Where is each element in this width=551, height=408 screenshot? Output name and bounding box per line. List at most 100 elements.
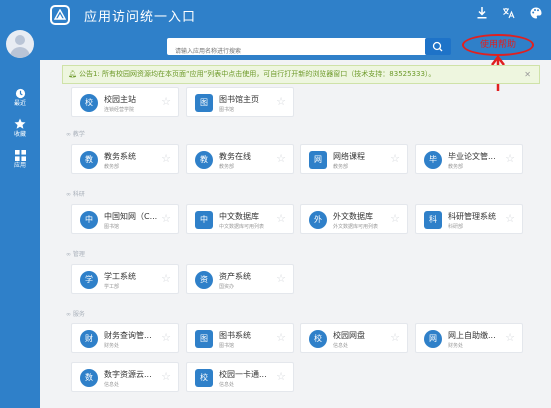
favorite-star-icon[interactable]: ☆	[390, 332, 400, 343]
download-icon[interactable]	[477, 7, 487, 22]
favorite-star-icon[interactable]: ☆	[390, 213, 400, 224]
user-avatar[interactable]	[6, 30, 34, 58]
app-name: 学工系统	[104, 272, 136, 281]
app-owner: 教务部	[219, 164, 235, 170]
app-owner: 信息处	[104, 382, 120, 388]
app-card[interactable]: 校 校园一卡通... 信息处 ☆	[186, 362, 294, 392]
search-icon	[432, 41, 443, 52]
app-card[interactable]: 外 外文数据库 外文数据库可用列表 ☆	[300, 204, 408, 234]
app-name: 中国知网（C...	[104, 212, 158, 221]
app-name: 数字资源云...	[104, 370, 152, 379]
app-badge: 中	[195, 211, 213, 229]
sidebar: 最近 收藏 应用	[0, 0, 40, 408]
favorite-star-icon[interactable]: ☆	[505, 213, 515, 224]
section-title: ∞ 教学	[66, 131, 85, 138]
app-badge: 科	[424, 211, 442, 229]
app-card[interactable]: 网 网上自助缴... 财务处 ☆	[415, 323, 523, 353]
app-card[interactable]: 教 教务在线 教务部 ☆	[186, 144, 294, 174]
app-owner: 信息处	[219, 382, 235, 388]
favorite-star-icon[interactable]: ☆	[390, 153, 400, 164]
app-card[interactable]: 学 学工系统 学工部 ☆	[71, 264, 179, 294]
favorite-star-icon[interactable]: ☆	[276, 153, 286, 164]
app-owner: 图书馆	[219, 107, 235, 113]
search-box	[167, 38, 427, 60]
app-card[interactable]: 数 数字资源云... 信息处 ☆	[71, 362, 179, 392]
sidebar-item-apps[interactable]: 应用	[0, 148, 40, 178]
palette-icon[interactable]	[530, 7, 542, 22]
star-icon	[14, 118, 26, 129]
app-owner: 中文数据库可用列表	[219, 224, 265, 230]
grid-icon	[14, 150, 26, 161]
app-badge: 网	[424, 330, 442, 348]
favorite-star-icon[interactable]: ☆	[276, 332, 286, 343]
favorite-star-icon[interactable]: ☆	[161, 332, 171, 343]
favorite-star-icon[interactable]: ☆	[276, 371, 286, 382]
notice-text: 公告1: 所有校园网资源均在本页面“应用”列表中点击使用，可自行打开新的浏览器窗…	[79, 70, 436, 78]
app-badge: 外	[309, 211, 327, 229]
sidebar-item-favorites[interactable]: 收藏	[0, 116, 40, 146]
app-owner: 科研部	[448, 224, 464, 230]
app-card[interactable]: 教 教务系统 教务部 ☆	[71, 144, 179, 174]
app-badge: 中	[80, 211, 98, 229]
favorite-star-icon[interactable]: ☆	[161, 371, 171, 382]
search-button[interactable]	[425, 38, 451, 55]
app-owner: 财务处	[448, 343, 464, 349]
app-card[interactable]: 中 中文数据库 中文数据库可用列表 ☆	[186, 204, 294, 234]
favorite-star-icon[interactable]: ☆	[161, 96, 171, 107]
app-name: 网上自助缴...	[448, 331, 496, 340]
app-badge: 图	[195, 330, 213, 348]
app-badge: 学	[80, 271, 98, 289]
app-card[interactable]: 资 资产系统 国资办 ☆	[186, 264, 294, 294]
app-card[interactable]: 科 科研管理系统 科研部 ☆	[415, 204, 523, 234]
section-title: ∞ 管理	[66, 251, 85, 258]
app-name: 财务查询管...	[104, 331, 152, 340]
sidebar-item-recent[interactable]: 最近	[0, 86, 40, 116]
translate-icon[interactable]	[502, 7, 515, 22]
app-name: 外文数据库	[333, 212, 373, 221]
help-button[interactable]: 使用帮助	[462, 34, 534, 56]
app-logo-icon	[50, 5, 70, 25]
favorite-star-icon[interactable]: ☆	[276, 213, 286, 224]
app-name: 教务在线	[219, 152, 251, 161]
section-title: ∞ 服务	[66, 311, 85, 318]
favorite-star-icon[interactable]: ☆	[276, 96, 286, 107]
app-card[interactable]: 图 图书馆主页 图书馆 ☆	[186, 87, 294, 117]
app-card[interactable]: 网 网络课程 教务部 ☆	[300, 144, 408, 174]
app-name: 图书系统	[219, 331, 251, 340]
app-badge: 毕	[424, 151, 442, 169]
favorite-star-icon[interactable]: ☆	[161, 153, 171, 164]
app-badge: 校	[80, 94, 98, 112]
app-owner: 外文数据库可用列表	[333, 224, 379, 230]
app-card[interactable]: 财 财务查询管... 财务处 ☆	[71, 323, 179, 353]
sidebar-item-label: 最近	[13, 100, 26, 107]
app-owner: 图书馆	[219, 343, 235, 349]
app-card[interactable]: 中 中国知网（C... 图书馆 ☆	[71, 204, 179, 234]
app-name: 校园主站	[104, 95, 136, 104]
app-owner: 学工部	[104, 284, 120, 290]
app-name: 校园一卡通...	[219, 370, 267, 379]
app-name: 中文数据库	[219, 212, 259, 221]
sidebar-item-label: 应用	[13, 162, 26, 169]
favorite-star-icon[interactable]: ☆	[161, 213, 171, 224]
app-card[interactable]: 图 图书系统 图书馆 ☆	[186, 323, 294, 353]
app-card[interactable]: 毕 毕业论文管... 教务部 ☆	[415, 144, 523, 174]
sidebar-item-label: 收藏	[13, 131, 26, 138]
favorite-star-icon[interactable]: ☆	[161, 273, 171, 284]
app-badge: 校	[309, 330, 327, 348]
favorite-star-icon[interactable]: ☆	[276, 273, 286, 284]
app-owner: 图书馆	[104, 224, 120, 230]
app-card[interactable]: 校 校园主站 连锁经营学院 ☆	[71, 87, 179, 117]
clock-icon	[15, 88, 25, 99]
favorite-star-icon[interactable]: ☆	[505, 332, 515, 343]
app-badge: 资	[195, 271, 213, 289]
app-card[interactable]: 校 校园网盘 信息处 ☆	[300, 323, 408, 353]
app-owner: 国资办	[219, 284, 235, 290]
search-input[interactable]	[167, 43, 397, 60]
app-name: 网络课程	[333, 152, 365, 161]
favorite-star-icon[interactable]: ☆	[505, 153, 515, 164]
app-badge: 校	[195, 369, 213, 387]
app-name: 图书馆主页	[219, 95, 259, 104]
close-icon[interactable]: ✕	[524, 66, 531, 83]
app-name: 科研管理系统	[448, 212, 496, 221]
app-name: 教务系统	[104, 152, 136, 161]
